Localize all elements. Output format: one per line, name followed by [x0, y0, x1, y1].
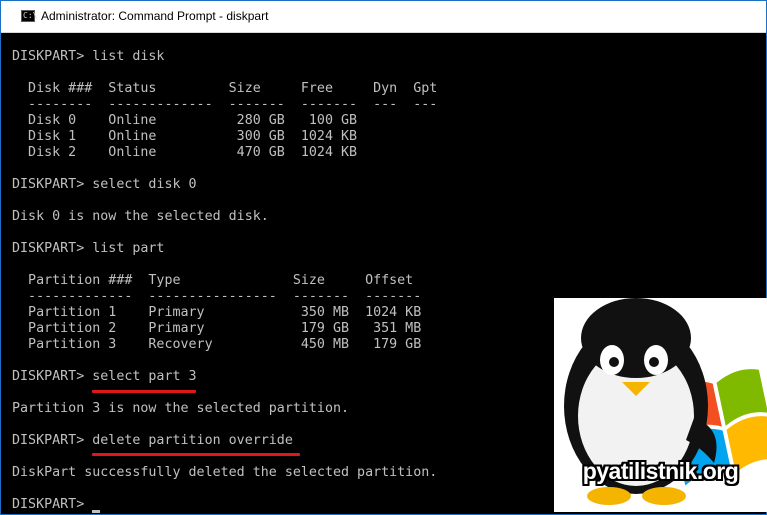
- console-line: Partition 3 is now the selected partitio…: [12, 401, 350, 416]
- penguin-windows-logo-icon: pyatilistnik.org: [554, 298, 767, 512]
- console-line: Partition 3 Recovery 450 MB 179 GB: [12, 337, 422, 352]
- text-cursor: [92, 510, 100, 513]
- highlight-underline-select-part: [92, 390, 196, 393]
- console-icon: C:\: [21, 10, 38, 22]
- console-line: Partition 1 Primary 350 MB 1024 KB: [12, 305, 422, 320]
- console-line: DISKPART> delete partition override: [12, 433, 293, 448]
- console-line: DISKPART> list disk: [12, 49, 165, 64]
- console-line: -------- ------------- ------- ------- -…: [12, 97, 438, 112]
- console-line: DiskPart successfully deleted the select…: [12, 465, 438, 480]
- console-line: Disk 0 Online 280 GB 100 GB: [12, 113, 358, 128]
- console-line: Disk 1 Online 300 GB 1024 KB: [12, 129, 358, 144]
- console-line: DISKPART> select part 3: [12, 369, 197, 384]
- title-bar[interactable]: C:\ Administrator: Command Prompt - disk…: [1, 1, 766, 33]
- console-line: Disk 0 is now the selected disk.: [12, 209, 269, 224]
- console-line: Disk 2 Online 470 GB 1024 KB: [12, 145, 358, 160]
- highlight-underline-delete-partition: [92, 453, 300, 456]
- console-line: ------------- ---------------- ------- -…: [12, 289, 422, 304]
- window-title: Administrator: Command Prompt - diskpart: [41, 9, 269, 23]
- console-line: DISKPART>: [12, 497, 93, 512]
- console-line: Disk ### Status Size Free Dyn Gpt: [12, 81, 438, 96]
- command-prompt-window: C:\ Administrator: Command Prompt - disk…: [0, 0, 767, 515]
- watermark-text: pyatilistnik.org: [582, 458, 739, 484]
- console-line: DISKPART> list part: [12, 241, 165, 256]
- console-line: Partition 2 Primary 179 GB 351 MB: [12, 321, 422, 336]
- console-line: Partition ### Type Size Offset: [12, 273, 414, 288]
- console-line: DISKPART> select disk 0: [12, 177, 197, 192]
